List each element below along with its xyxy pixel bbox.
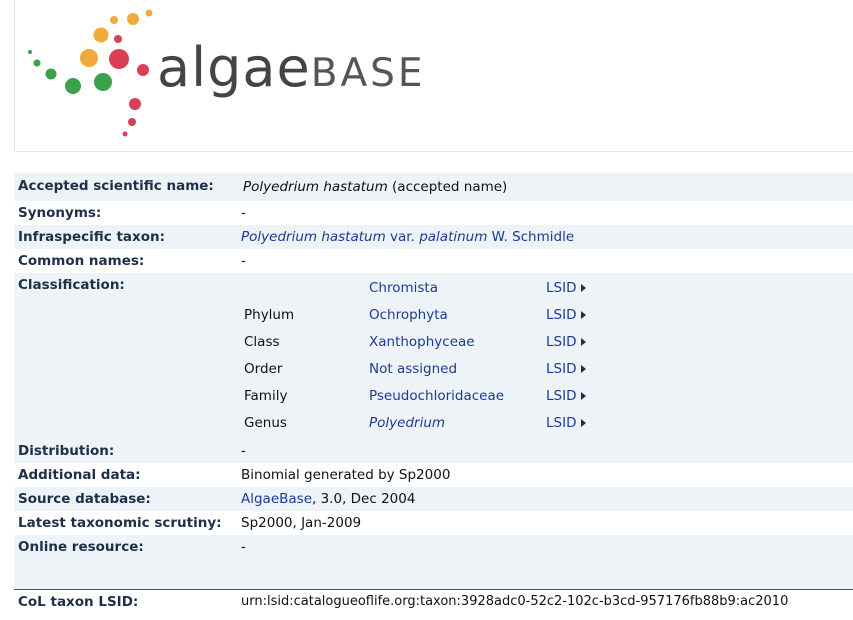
lsid-label: LSID [546,334,577,350]
scrutiny-value: Sp2000, Jan-2009 [241,515,362,531]
wordmark-algae: algae [157,36,311,99]
row-scrutiny: Latest taxonomic scrutiny: Sp2000, Jan-2… [14,511,853,535]
triangle-right-icon [581,365,587,373]
col-lsid-label: CoL taxon LSID: [18,594,139,610]
lsid-link[interactable]: LSID [546,388,587,404]
common-names-label: Common names: [18,253,145,269]
source-database-details: , 3.0, Dec 2004 [312,491,416,507]
synonyms-value: - [241,205,246,221]
classification-rank: Phylum [244,307,295,323]
additional-data-value: Binomial generated by Sp2000 [241,467,451,483]
row-col-lsid: CoL taxon LSID: urn:lsid:catalogueoflife… [14,590,853,616]
additional-data-label: Additional data: [18,467,141,483]
classification-row: Class Xanthophyceae LSID [14,334,853,356]
row-source-database: Source database: AlgaeBase, 3.0, Dec 200… [14,487,853,511]
accepted-name-label: Accepted scientific name: [18,178,214,194]
algaebase-wordmark: algaeBASE [157,38,426,112]
accepted-name-italic: Polyedrium hastatum [243,179,388,195]
classification-rank: Genus [244,415,287,431]
classification-taxon-link[interactable]: Ochrophyta [369,307,448,323]
lsid-link[interactable]: LSID [546,334,587,350]
infraspecific-label: Infraspecific taxon: [18,229,166,245]
row-additional-data: Additional data: Binomial generated by S… [14,463,853,487]
lsid-label: LSID [546,307,577,323]
genus-name-italic: Polyedrium [369,415,446,431]
lsid-link[interactable]: LSID [546,280,587,296]
lsid-label: LSID [546,388,577,404]
row-synonyms: Synonyms: - [14,201,853,225]
algaebase-logo-dots [28,9,153,137]
row-distribution: Distribution: - [14,439,853,463]
classification-rank: Order [244,361,283,377]
classification-row: Order Not assigned LSID [14,361,853,383]
infraspecific-author: W. Schmidle [487,229,575,245]
source-database-value: AlgaeBase, 3.0, Dec 2004 [241,491,415,507]
logo-panel: algaeBASE [14,0,853,152]
col-lsid-value: urn:lsid:catalogueoflife.org:taxon:3928a… [241,594,789,609]
triangle-right-icon [581,311,587,319]
common-names-value: - [241,253,246,269]
source-database-label: Source database: [18,491,151,507]
lsid-label: LSID [546,415,577,431]
row-accepted-name: Accepted scientific name: Polyedrium has… [14,173,853,201]
lsid-link[interactable]: LSID [546,307,587,323]
row-infraspecific: Infraspecific taxon: Polyedrium hastatum… [14,225,853,249]
lsid-link[interactable]: LSID [546,415,587,431]
infraspecific-taxon-link[interactable]: Polyedrium hastatum var. palatinum W. Sc… [241,229,574,245]
classification-row: Chromista LSID [14,280,853,302]
classification-row: Phylum Ochrophyta LSID [14,307,853,329]
classification-row: Genus Polyedrium LSID [14,415,853,437]
lsid-link[interactable]: LSID [546,361,587,377]
online-resource-value: - [241,539,246,555]
infraspecific-epithet: palatinum [419,229,488,245]
classification-taxon-link[interactable]: Polyedrium [369,415,445,431]
triangle-right-icon [581,419,587,427]
row-common-names: Common names: - [14,249,853,273]
classification-taxon-link[interactable]: Pseudochloridaceae [369,388,504,404]
synonyms-label: Synonyms: [18,205,102,221]
scrutiny-label: Latest taxonomic scrutiny: [18,515,222,531]
triangle-right-icon [581,338,587,346]
lsid-label: LSID [546,361,577,377]
online-resource-label: Online resource: [18,539,144,555]
infraspecific-binomial: Polyedrium hastatum [241,229,386,245]
triangle-right-icon [581,392,587,400]
source-database-link[interactable]: AlgaeBase [241,491,312,507]
classification-rank: Class [244,334,280,350]
accepted-name-value: Polyedrium hastatum (accepted name) [243,179,507,195]
classification-row: Family Pseudochloridaceae LSID [14,388,853,410]
accepted-name-suffix: (accepted name) [387,179,508,195]
wordmark-base: BASE [310,51,426,96]
row-online-resource: Online resource: - [14,535,853,589]
distribution-value: - [241,443,246,459]
classification-rank: Family [244,388,288,404]
row-classification: Classification: Chromista LSID Phylum Oc… [14,273,853,439]
classification-taxon-link[interactable]: Chromista [369,280,438,296]
lsid-label: LSID [546,280,577,296]
infraspecific-rank: var. [385,229,420,245]
classification-taxon-link[interactable]: Xanthophyceae [369,334,475,350]
distribution-label: Distribution: [18,443,115,459]
classification-taxon-link[interactable]: Not assigned [369,361,457,377]
triangle-right-icon [581,284,587,292]
